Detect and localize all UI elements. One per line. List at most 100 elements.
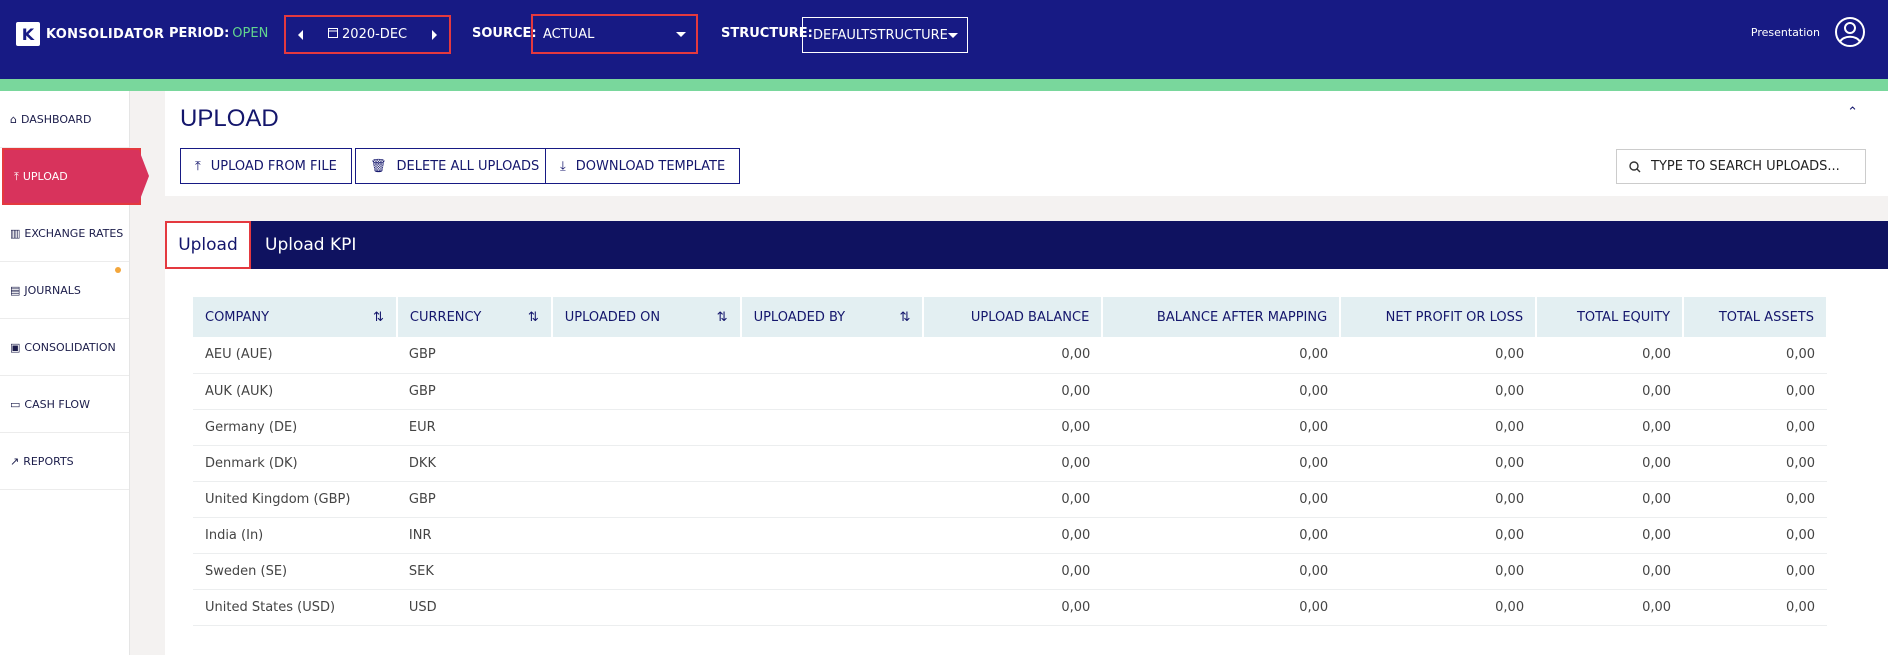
source-dropdown[interactable]: ACTUAL xyxy=(531,14,698,54)
consolidation-icon: ▣ xyxy=(10,340,21,354)
table-cell: USD xyxy=(396,589,552,626)
sidebar-item-label: CASH FLOW xyxy=(24,397,90,411)
table-cell: 0,00 xyxy=(1340,337,1537,374)
table-cell: 0,00 xyxy=(1536,337,1684,374)
column-label: UPLOADED BY xyxy=(753,309,846,325)
sidebar-item-label: DASHBOARD xyxy=(20,112,92,126)
sort-icon[interactable]: ⇅ xyxy=(899,310,910,325)
logo[interactable]: K KONSOLIDATOR xyxy=(16,22,164,46)
sidebar-item-consolidation[interactable]: ▣ CONSOLIDATION xyxy=(0,319,129,376)
upload-header: UPLOAD ⌃ ⤒ UPLOAD FROM FILE 🗑 DELETE ALL… xyxy=(165,91,1888,196)
table-row[interactable]: AEU (AUE) GBP 0,00 0,00 0,00 0,00 0,00 xyxy=(193,337,1827,374)
tab-upload-kpi[interactable]: Upload KPI xyxy=(265,221,356,269)
table-row[interactable]: United Kingdom (GBP) GBP 0,00 0,00 0,00 0,00 0… xyxy=(193,481,1827,518)
table-cell: GBP xyxy=(396,481,552,518)
column-label: CURRENCY xyxy=(409,309,482,325)
table-cell: United Kingdom (GBP) xyxy=(193,481,397,518)
table-cell: AUK (AUK) xyxy=(193,373,397,410)
table-cell xyxy=(740,337,924,374)
sidebar-item-cash-flow[interactable]: ▭ CASH FLOW xyxy=(0,376,129,433)
table-cell xyxy=(551,481,741,518)
table-row[interactable]: AUK (AUK) GBP 0,00 0,00 0,00 0,00 0,00 xyxy=(193,373,1827,410)
column-header: NET PROFIT OR LOSS xyxy=(1340,297,1538,337)
column-header[interactable]: UPLOADED ON ⇅ xyxy=(551,297,742,337)
previous-period-icon[interactable] xyxy=(298,29,303,40)
table-cell xyxy=(551,589,741,626)
table-cell: 0,00 xyxy=(923,553,1103,590)
structure-label: STRUCTURE: xyxy=(721,26,813,41)
period-status: OPEN xyxy=(232,26,269,41)
sidebar-item-exchange-rates[interactable]: ▥ EXCHANGE RATES xyxy=(0,205,129,262)
chevron-up-icon[interactable]: ⌃ xyxy=(1847,105,1858,120)
column-header[interactable]: COMPANY ⇅ xyxy=(193,297,398,337)
chevron-down-icon xyxy=(947,32,958,38)
uploads-table: COMPANY ⇅ CURRENCY ⇅ UPLOADED ON ⇅ UPLOADED… xyxy=(193,297,1828,626)
structure-dropdown[interactable]: DEFAULTSTRUCTURE xyxy=(802,17,968,53)
sort-icon[interactable]: ⇅ xyxy=(717,310,728,325)
table-cell xyxy=(551,445,741,482)
table-row[interactable]: Germany (DE) EUR 0,00 0,00 0,00 0,00 0,00 xyxy=(193,409,1827,446)
table-cell: 0,00 xyxy=(923,589,1103,626)
download-template-button[interactable]: ⤓ DOWNLOAD TEMPLATE xyxy=(545,148,741,184)
column-header: TOTAL ASSETS xyxy=(1683,297,1828,337)
sidebar-item-reports[interactable]: ↗ REPORTS xyxy=(0,433,129,490)
table-cell: AEU (AUE) xyxy=(193,337,397,374)
chevron-down-icon xyxy=(676,31,686,37)
sidebar-item-upload[interactable]: ⤒ UPLOAD xyxy=(2,148,149,205)
table-cell: 0,00 xyxy=(1683,445,1827,482)
table-row[interactable]: India (In) INR 0,00 0,00 0,00 0,00 0,00 xyxy=(193,517,1827,554)
table-cell: 0,00 xyxy=(1536,589,1684,626)
upload-icon: ⤒ xyxy=(14,169,19,183)
sort-icon[interactable]: ⇅ xyxy=(373,310,384,325)
table-cell: 0,00 xyxy=(923,373,1103,410)
user-menu[interactable]: Presentation xyxy=(1751,16,1866,48)
table-cell: 0,00 xyxy=(1340,373,1537,410)
column-header: TOTAL EQUITY xyxy=(1536,297,1685,337)
table-row[interactable]: Sweden (SE) SEK 0,00 0,00 0,00 0,00 0,00 xyxy=(193,553,1827,590)
period-selector[interactable]: 2020-DEC xyxy=(284,15,451,54)
search-input[interactable]: TYPE TO SEARCH UPLOADS... xyxy=(1616,149,1866,184)
table-cell xyxy=(740,373,924,410)
sidebar-item-dashboard[interactable]: ⌂ DASHBOARD xyxy=(0,91,129,148)
table-cell: 0,00 xyxy=(923,481,1103,518)
sort-icon[interactable]: ⇅ xyxy=(528,310,539,325)
button-label: DOWNLOAD TEMPLATE xyxy=(575,158,726,174)
period-label: PERIOD: OPEN xyxy=(169,26,268,41)
table-cell: 0,00 xyxy=(923,409,1103,446)
table-cell: 0,00 xyxy=(1536,517,1684,554)
sidebar-item-label: JOURNALS xyxy=(24,283,81,297)
table-cell: 0,00 xyxy=(1683,373,1827,410)
table-cell: Sweden (SE) xyxy=(193,553,397,590)
next-period-icon[interactable] xyxy=(432,29,437,40)
tab-upload[interactable]: Upload xyxy=(165,221,251,269)
table-cell: 0,00 xyxy=(1536,481,1684,518)
table-cell: 0,00 xyxy=(1683,553,1827,590)
table-row[interactable]: United States (USD) USD 0,00 0,00 0,00 0,00 0,… xyxy=(193,589,1827,626)
column-header[interactable]: UPLOADED BY ⇅ xyxy=(740,297,925,337)
table-row[interactable]: Denmark (DK) DKK 0,00 0,00 0,00 0,00 0,00 xyxy=(193,445,1827,482)
column-label: UPLOADED ON xyxy=(564,309,661,325)
sidebar-item-journals[interactable]: ▤ JOURNALS xyxy=(0,262,129,319)
upload-from-file-button[interactable]: ⤒ UPLOAD FROM FILE xyxy=(180,148,352,184)
sidebar-item-label: EXCHANGE RATES xyxy=(24,226,124,240)
notification-dot xyxy=(115,267,121,273)
period-value: 2020-DEC xyxy=(342,27,408,42)
table-cell: 0,00 xyxy=(1102,517,1341,554)
table-cell: 0,00 xyxy=(1683,517,1827,554)
table-cell xyxy=(551,553,741,590)
delete-all-uploads-button[interactable]: 🗑 DELETE ALL UPLOADS xyxy=(355,148,555,184)
table-cell xyxy=(551,517,741,554)
column-header[interactable]: CURRENCY ⇅ xyxy=(396,297,553,337)
table-cell: 0,00 xyxy=(1102,373,1341,410)
table-cell: 0,00 xyxy=(1102,589,1341,626)
table-cell xyxy=(740,553,924,590)
user-avatar-icon[interactable] xyxy=(1834,16,1866,48)
table-cell: 0,00 xyxy=(1683,589,1827,626)
source-value: ACTUAL xyxy=(543,26,595,42)
table-cell xyxy=(740,445,924,482)
download-icon: ⤓ xyxy=(560,158,566,174)
table-cell xyxy=(740,517,924,554)
table-cell: 0,00 xyxy=(1536,445,1684,482)
sidebar-item-label: REPORTS xyxy=(23,454,74,468)
table-cell: GBP xyxy=(396,337,552,374)
